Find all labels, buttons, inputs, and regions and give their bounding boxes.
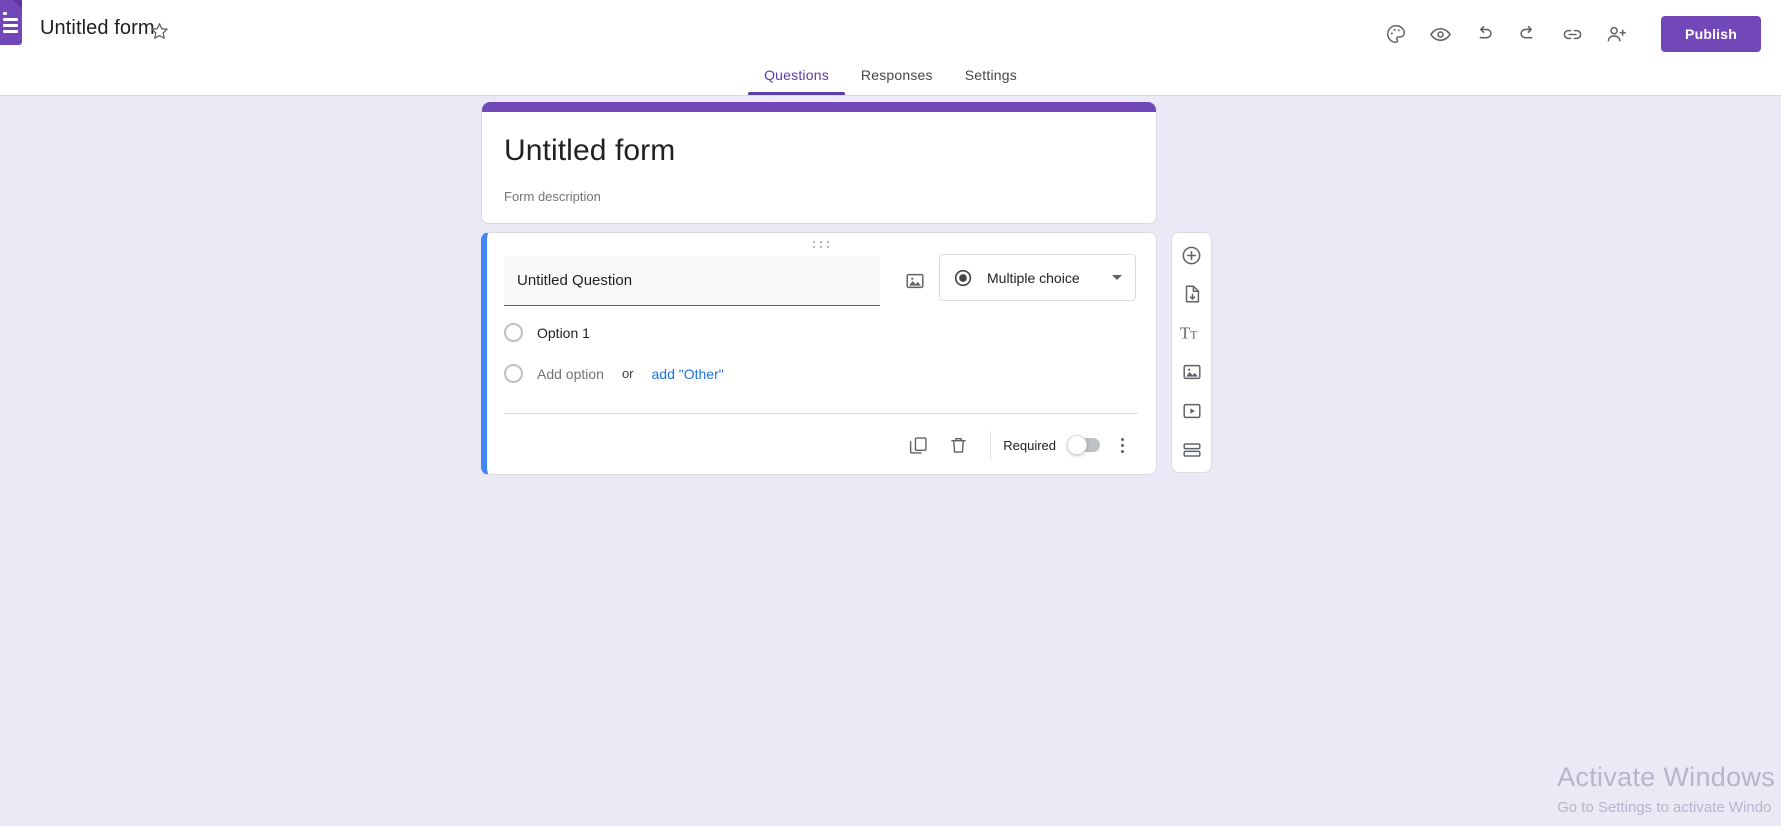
title-text-icon[interactable]: T T [1178,319,1206,347]
question-type-label: Multiple choice [987,269,1080,286]
tab-settings[interactable]: Settings [949,67,1033,95]
option-row[interactable]: Option 1 [504,323,590,342]
form-accent-bar [482,102,1156,112]
tab-questions[interactable]: Questions [748,67,845,95]
option-label[interactable]: Option 1 [537,325,590,341]
form-editor-canvas: Untitled form Form description Untitled … [0,96,1781,826]
logo-corner-fold [13,0,22,9]
question-title-input[interactable]: Untitled Question [504,256,880,306]
radio-empty-icon [504,323,523,342]
star-outline-icon[interactable] [148,20,170,42]
image-icon[interactable] [901,267,929,295]
eye-icon[interactable] [1427,21,1453,47]
question-footer-divider [504,413,1138,414]
question-card[interactable]: Untitled Question Multiple choice Option… [481,232,1157,475]
google-forms-icon[interactable] [0,0,22,45]
or-separator-label: or [621,366,634,381]
palette-icon[interactable] [1383,21,1409,47]
more-vertical-icon[interactable] [1106,425,1138,465]
image-icon[interactable] [1178,358,1206,386]
form-header-card[interactable]: Untitled form Form description [481,102,1157,224]
person-add-icon[interactable] [1603,21,1629,47]
watermark-title: Activate Windows [1557,762,1775,792]
question-type-select[interactable]: Multiple choice [939,254,1136,301]
link-icon[interactable] [1559,21,1585,47]
section-icon[interactable] [1178,436,1206,464]
add-other-link[interactable]: add "Other" [652,366,724,382]
question-footer-toolbar: Required [898,425,1138,465]
add-option-row[interactable]: Add option or add "Other" [504,364,724,383]
publish-button[interactable]: Publish [1661,16,1761,52]
chevron-down-icon [1111,274,1123,282]
form-title-input[interactable]: Untitled form [504,134,675,168]
footer-separator [990,431,992,459]
add-circle-icon[interactable] [1178,241,1206,269]
svg-text:T: T [1190,328,1198,342]
add-option-label[interactable]: Add option [537,366,604,382]
document-title[interactable]: Untitled form [40,17,155,40]
import-questions-icon[interactable] [1178,280,1206,308]
required-label: Required [1003,437,1056,453]
view-tabs: Questions Responses Settings [0,56,1781,95]
svg-text:T: T [1180,324,1190,343]
duplicate-icon[interactable] [898,425,938,465]
windows-activation-watermark: Activate Windows Go to Settings to activ… [1557,762,1775,816]
radio-empty-icon [504,364,523,383]
drag-handle-icon[interactable] [812,241,831,248]
required-toggle[interactable] [1067,435,1100,455]
trash-icon[interactable] [938,425,978,465]
radio-filled-icon [952,267,974,289]
forms-logo-lines [3,12,18,33]
tab-responses[interactable]: Responses [845,67,949,95]
video-icon[interactable] [1178,397,1206,425]
watermark-subtitle: Go to Settings to activate Windo [1557,799,1772,816]
redo-icon[interactable] [1515,21,1541,47]
toggle-knob [1067,435,1087,455]
question-add-toolbar: T T [1171,232,1212,473]
form-description-input[interactable]: Form description [504,189,601,204]
undo-icon[interactable] [1471,21,1497,47]
